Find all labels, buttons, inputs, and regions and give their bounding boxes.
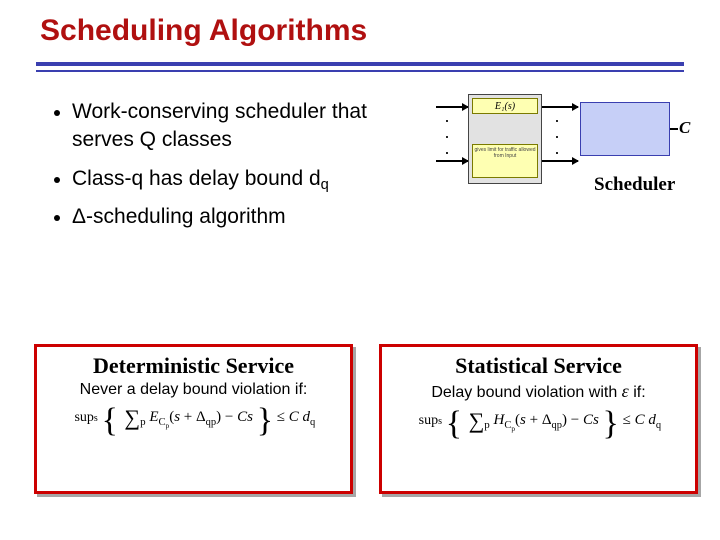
statistical-subtitle: Delay bound violation with ε if: — [390, 381, 687, 402]
epsilon-symbol: ε — [622, 381, 629, 401]
ellipsis-left-icon: ··· — [444, 112, 450, 161]
arrow-top-out — [542, 106, 578, 108]
slide-title: Scheduling Algorithms — [40, 14, 367, 48]
deterministic-formula-text: sups { ∑p ECp(s + Δqp) − Cs } ≤ C dq — [72, 409, 316, 425]
bullet-1-text: Work-conserving scheduler that serves Q … — [72, 98, 394, 155]
bullet-3-text: Δ-scheduling algorithm — [72, 203, 286, 231]
bullet-2: Class-q has delay bound dq — [54, 165, 394, 193]
deterministic-panel: Deterministic Service Never a delay boun… — [34, 344, 353, 494]
bullet-2-pre: Class-q has delay bound d — [72, 167, 321, 190]
bullet-dot-icon — [54, 110, 60, 116]
capacity-label: C — [679, 118, 690, 138]
bullet-1: Work-conserving scheduler that serves Q … — [54, 98, 394, 155]
scheduler-label: Scheduler — [594, 174, 675, 196]
bullet-list: Work-conserving scheduler that serves Q … — [54, 98, 394, 241]
envelope-box-bottom: gives limit for traffic allowed from Inp… — [472, 144, 538, 178]
statistical-subtitle-post: if: — [629, 384, 646, 401]
statistical-formula: sups { ∑p HCp(s + Δqp) − Cs } ≤ C dq — [390, 410, 687, 434]
bullet-2-text: Class-q has delay bound dq — [72, 165, 329, 193]
output-line — [670, 128, 678, 130]
title-underline-thin — [36, 70, 684, 72]
deterministic-subtitle: Never a delay bound violation if: — [45, 381, 342, 399]
statistical-title: Statistical Service — [390, 353, 687, 379]
ellipsis-right-icon: ··· — [554, 112, 560, 161]
statistical-formula-text: sups { ∑p HCp(s + Δqp) − Cs } ≤ C dq — [416, 412, 661, 428]
deterministic-title: Deterministic Service — [45, 353, 342, 379]
bullet-dot-icon — [54, 177, 60, 183]
statistical-panel: Statistical Service Delay bound violatio… — [379, 344, 698, 494]
arrow-bot-in — [436, 160, 468, 162]
bullet-2-sub: q — [321, 177, 329, 193]
title-underline-thick — [36, 62, 684, 66]
arrow-top-in — [436, 106, 468, 108]
scheduler-diagram: ··· E₁(s) gives limit for traffic allowe… — [426, 94, 696, 214]
scheduler-mux — [580, 102, 670, 156]
service-panels: Deterministic Service Never a delay boun… — [34, 344, 698, 494]
arrow-bot-out — [542, 160, 578, 162]
envelope-box-top: E₁(s) — [472, 98, 538, 114]
deterministic-formula: sups { ∑p ECp(s + Δqp) − Cs } ≤ C dq — [45, 407, 342, 431]
bullet-3: Δ-scheduling algorithm — [54, 203, 394, 231]
statistical-subtitle-pre: Delay bound violation with — [431, 384, 621, 401]
bullet-dot-icon — [54, 215, 60, 221]
